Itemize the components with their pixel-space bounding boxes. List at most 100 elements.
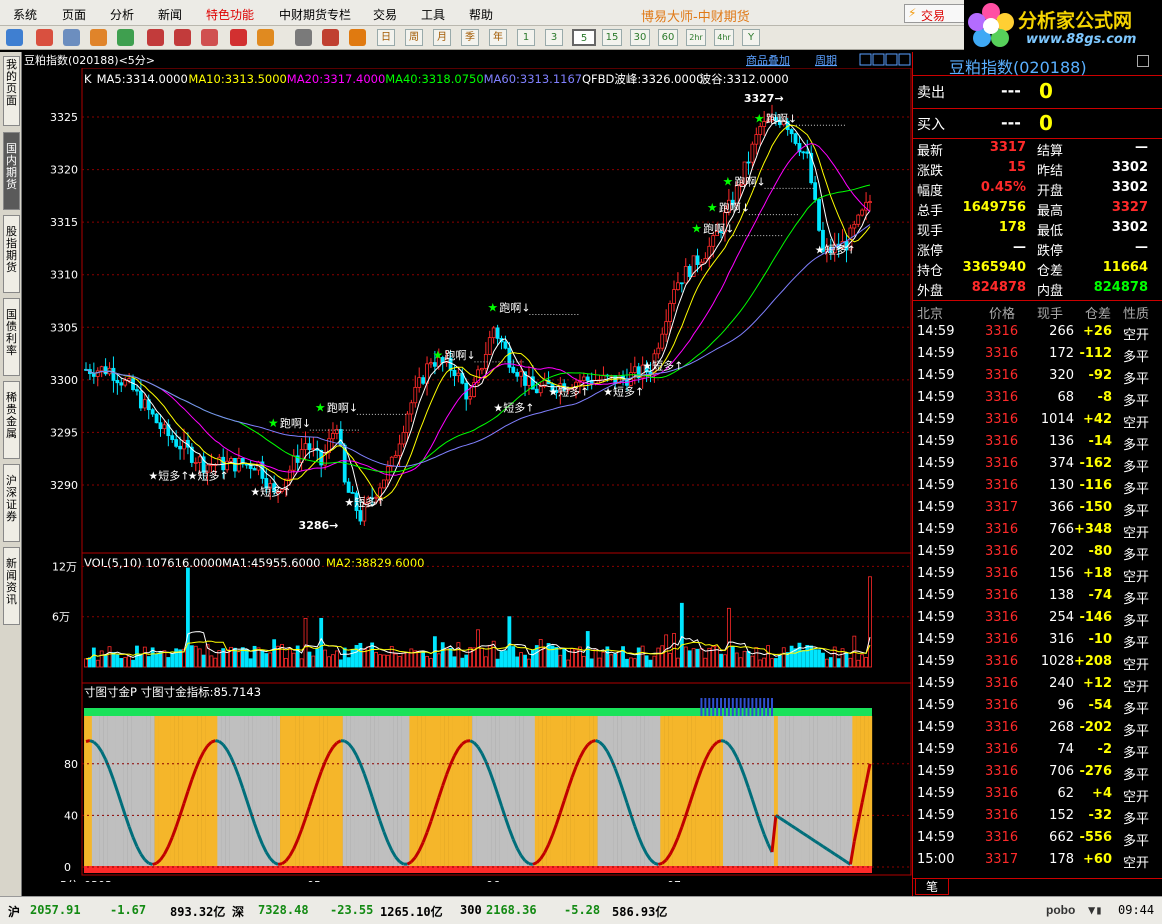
period-quarter-button[interactable]: 季 <box>461 29 479 46</box>
calendar-icon[interactable] <box>90 29 107 46</box>
period-year-button[interactable]: 年 <box>489 29 507 46</box>
menu-page[interactable]: 页面 <box>62 6 86 23</box>
tick-time: 14:59 <box>917 566 955 581</box>
sidebar-tab-bond-rates[interactable]: 国债利率 <box>3 298 20 376</box>
sidebar-tab-label: 沪深证券 <box>6 474 17 523</box>
menu-help[interactable]: 帮助 <box>469 6 493 23</box>
period-2hr-button[interactable]: 2hr <box>686 29 706 46</box>
vol-ma1-label: MA1:45955.6000 <box>222 556 321 570</box>
menu-special[interactable]: 特色功能 <box>206 6 254 23</box>
indicator-icon[interactable] <box>257 29 274 46</box>
indicator-stripe <box>476 716 481 866</box>
refresh-icon[interactable] <box>117 29 134 46</box>
indicator-stripe <box>593 716 598 866</box>
sidebar-tab-my-pages[interactable]: 我的页面 <box>3 56 20 126</box>
back-arrow-icon[interactable] <box>6 29 23 46</box>
tick-volume: 202 <box>1049 544 1074 559</box>
ma40-label: MA40:3318.0750 <box>385 72 484 86</box>
indicator-stripe <box>715 716 720 866</box>
home-icon[interactable] <box>36 29 53 46</box>
tick-time: 14:59 <box>917 368 955 383</box>
entry-signal-label: ★短多↑ <box>815 243 856 257</box>
volume-bar <box>691 648 696 668</box>
zoom-in-icon[interactable] <box>147 29 164 46</box>
divider <box>913 300 1162 301</box>
list-icon[interactable] <box>322 29 339 46</box>
tick-nature: 多平 <box>1123 702 1150 717</box>
table-icon[interactable] <box>295 29 312 46</box>
period-1m-button[interactable]: 1 <box>517 29 535 46</box>
tick-time: 14:59 <box>917 346 955 361</box>
window-icon[interactable] <box>201 29 218 46</box>
sidebar-tab-securities[interactable]: 沪深证券 <box>3 464 20 542</box>
period-custom-button[interactable]: Y <box>742 29 760 46</box>
tick-time: 14:59 <box>917 764 955 779</box>
period-3m-button[interactable]: 3 <box>545 29 563 46</box>
brand-label: pobo <box>1046 903 1076 917</box>
menu-news[interactable]: 新闻 <box>158 6 182 23</box>
tick-price: 3316 <box>985 324 1019 339</box>
period-4hr-button[interactable]: 4hr <box>714 29 734 46</box>
indicator-stripe <box>158 716 163 866</box>
indicator-stripe <box>91 716 96 866</box>
period-30m-button[interactable]: 30 <box>630 29 650 46</box>
sidebar-tab-domestic-futures[interactable]: 国内期货 <box>3 132 20 210</box>
high-price-label: 3327→ <box>744 92 784 105</box>
tick-price: 3316 <box>985 720 1019 735</box>
zoom-out-icon[interactable] <box>174 29 191 46</box>
kline-chart[interactable]: 豆粕指数(020188)<5分> 商品叠加 周期 3325 3320 3315 3310 33… <box>22 52 912 882</box>
volume-bar <box>327 656 331 668</box>
tick-icon[interactable] <box>349 29 366 46</box>
menu-column[interactable]: 中财期货专栏 <box>279 6 351 23</box>
field-label: 涨跌 <box>917 164 944 179</box>
indicator-stripe <box>287 716 292 866</box>
tick-time: 14:59 <box>917 522 955 537</box>
tick-volume: 240 <box>1049 676 1074 691</box>
indicator-stripe <box>707 716 712 866</box>
tick-nature: 多平 <box>1123 504 1150 519</box>
period-5m-button[interactable]: 5 <box>572 29 596 46</box>
trade-button[interactable]: ⚡ 交易 <box>904 4 966 23</box>
grid-icon[interactable] <box>63 29 80 46</box>
period-15m-button[interactable]: 15 <box>602 29 622 46</box>
indicator-stripe <box>123 716 128 866</box>
period-month-button[interactable]: 月 <box>433 29 451 46</box>
tick-nature: 多平 <box>1123 548 1150 563</box>
volume-bar <box>346 657 351 668</box>
panel-toggle-icon[interactable] <box>1137 55 1149 67</box>
period-day-button[interactable]: 日 <box>377 29 395 46</box>
volume-bar <box>848 657 853 668</box>
period-week-button[interactable]: 周 <box>405 29 423 46</box>
menu-trade[interactable]: 交易 <box>373 6 397 23</box>
indicator-stripe <box>456 716 461 866</box>
pen-icon[interactable] <box>230 29 247 46</box>
menu-tools[interactable]: 工具 <box>421 6 445 23</box>
candle-body <box>495 327 500 339</box>
ma20-label: MA20:3317.4000 <box>287 72 386 86</box>
volume-bar <box>546 643 551 668</box>
indicator-stripe <box>205 716 210 866</box>
entry-signal-label: ★短多↑ <box>344 495 385 509</box>
tick-nature: 多平 <box>1123 768 1150 783</box>
field-label: 现手 <box>917 224 944 239</box>
candle-body <box>695 255 700 265</box>
field-label: 跌停 <box>1037 244 1064 259</box>
menu-analysis[interactable]: 分析 <box>110 6 134 23</box>
candle-body <box>429 362 433 365</box>
indicator-stripe <box>111 716 116 866</box>
field-value: 824878 <box>971 280 1026 295</box>
candle-body <box>252 468 257 471</box>
indicator-stripe <box>432 716 438 866</box>
signal-tick <box>727 698 730 716</box>
vol-header: VOL(5,10) 107616.0000 <box>84 556 222 570</box>
candle-body <box>491 327 496 339</box>
sidebar-tab-label: 稀贵金属 <box>6 391 17 440</box>
sidebar-tab-news[interactable]: 新闻资讯 <box>3 547 20 625</box>
tab-ticks[interactable]: 笔 <box>915 878 949 895</box>
period-60m-button[interactable]: 60 <box>658 29 678 46</box>
sidebar-tab-index-futures[interactable]: 股指期货 <box>3 215 20 293</box>
sidebar-tab-precious-metals[interactable]: 稀贵金属 <box>3 381 20 459</box>
menu-system[interactable]: 系统 <box>13 6 37 23</box>
candle-body <box>158 422 163 430</box>
star-marker: ★ <box>691 222 702 236</box>
